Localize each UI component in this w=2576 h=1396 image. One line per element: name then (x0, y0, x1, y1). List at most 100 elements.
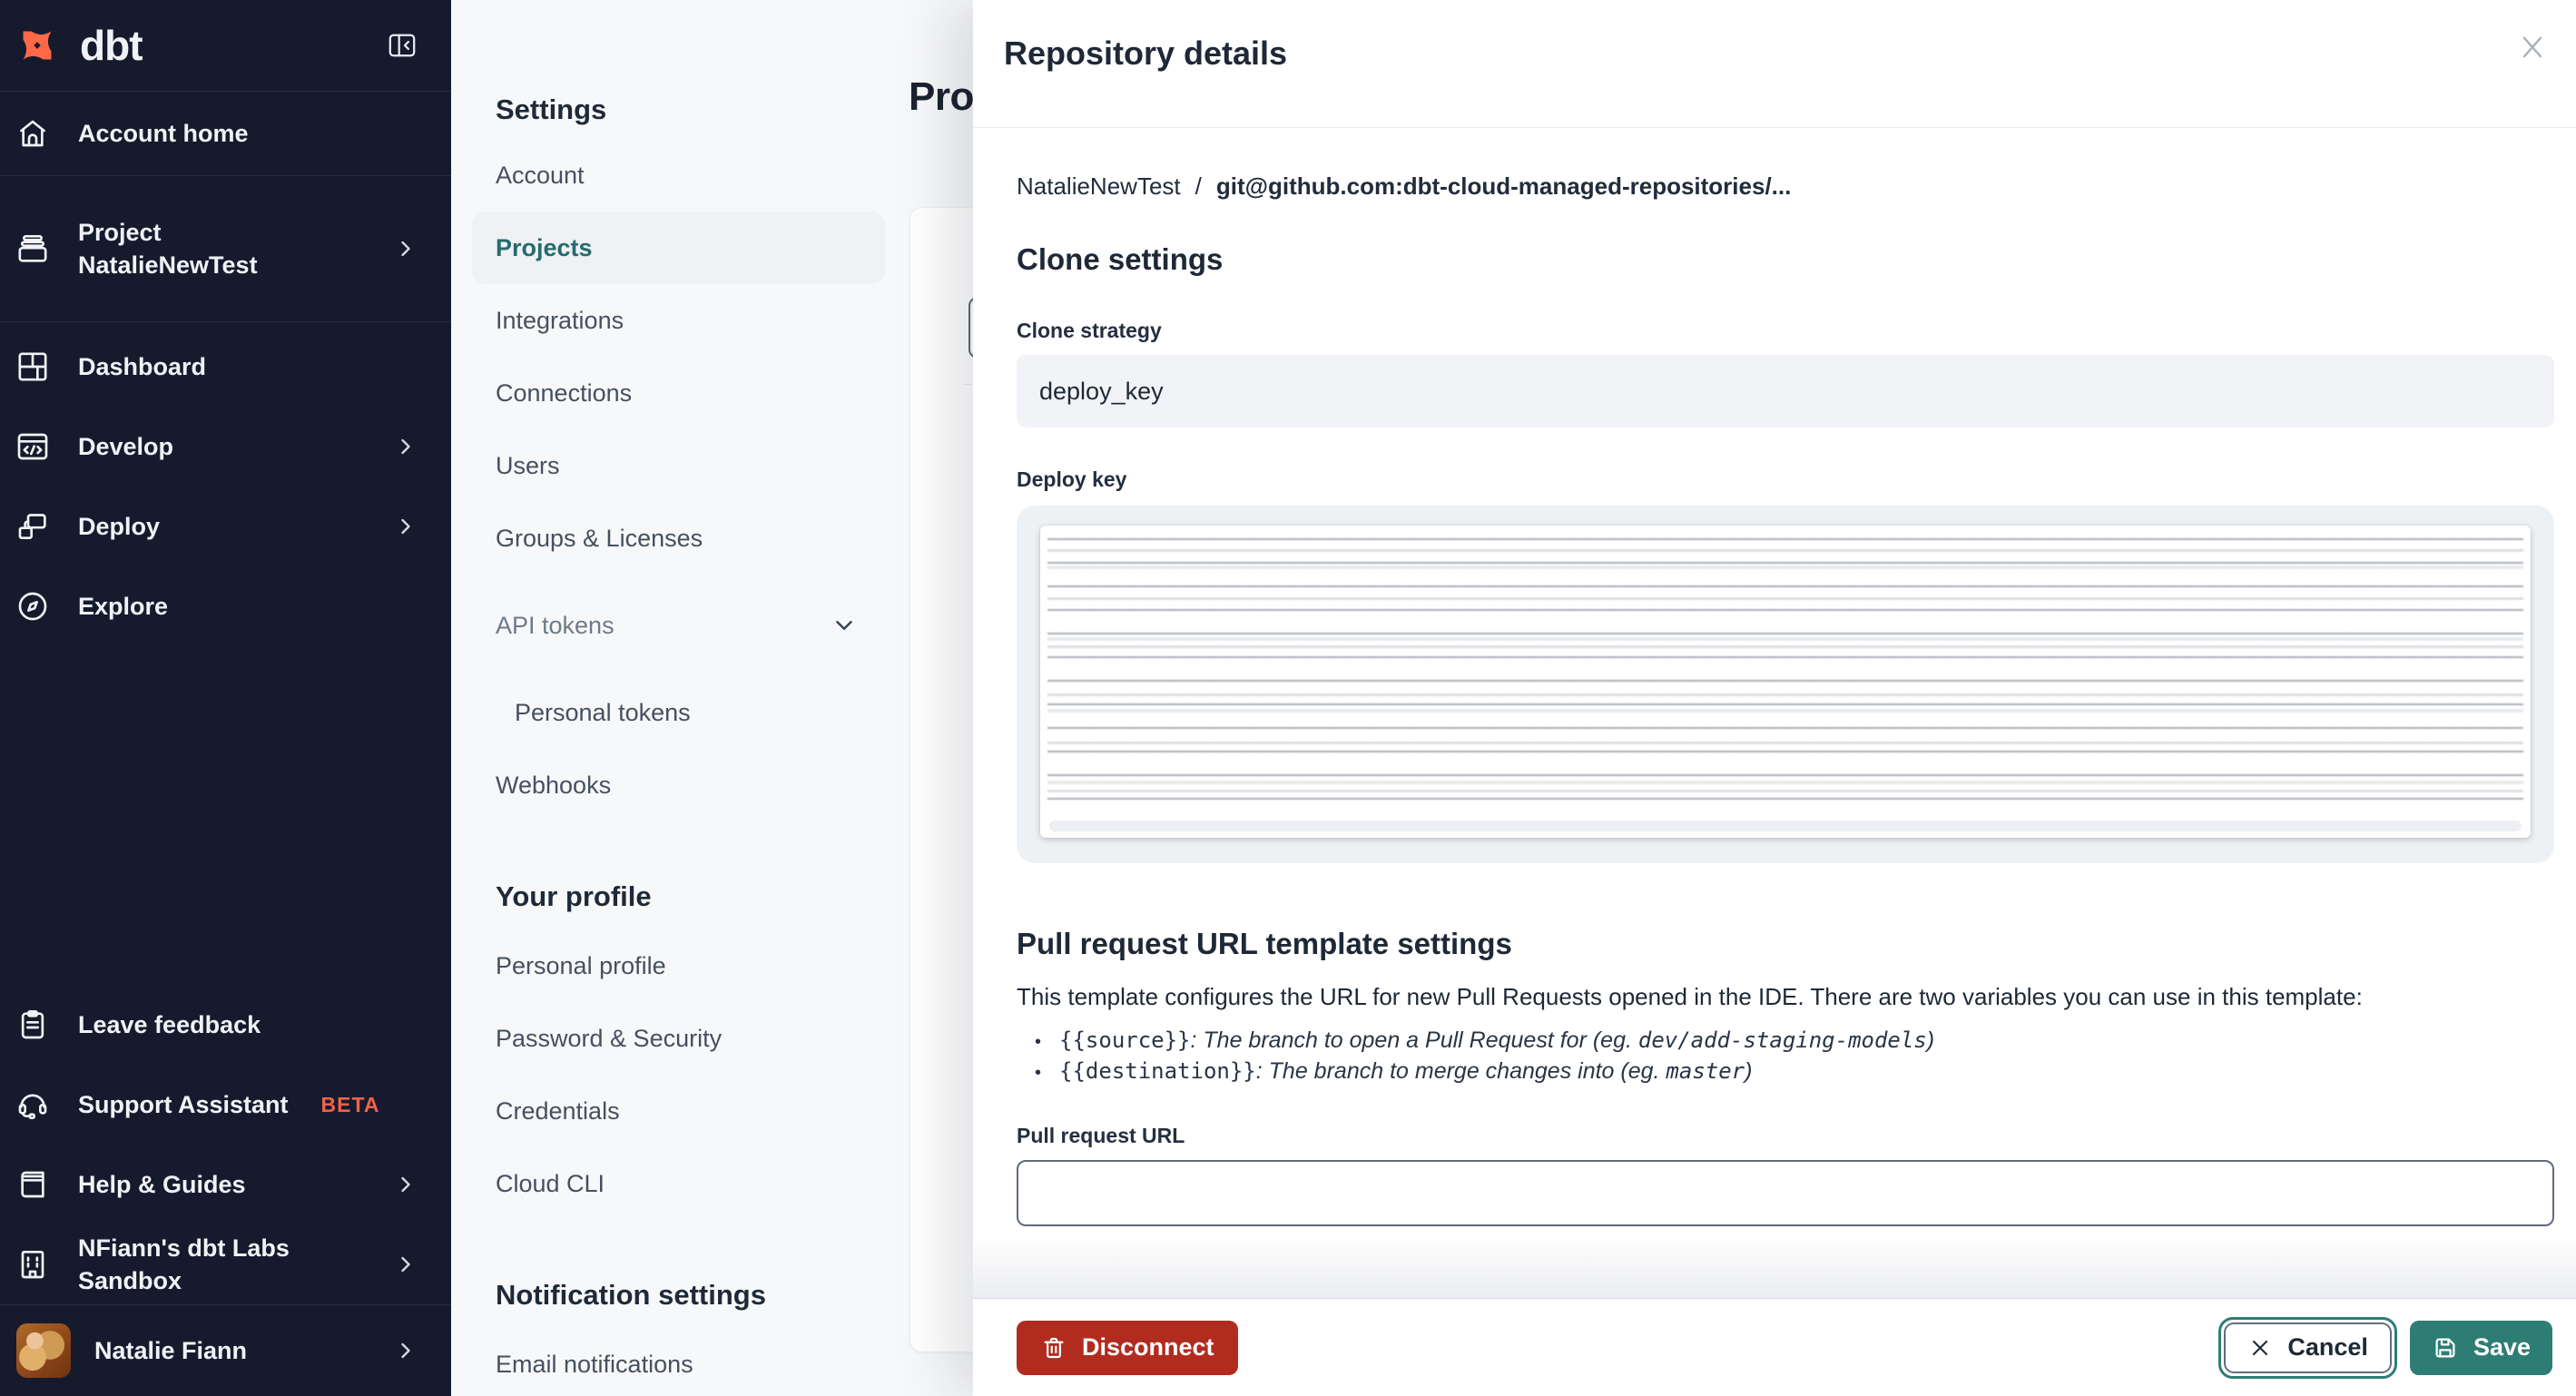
settings-nav-item-api-tokens[interactable]: API tokens (472, 589, 885, 662)
chevron-right-icon (401, 1342, 410, 1359)
sidebar: dbt Account home ProjectNatalieNewTest (0, 0, 451, 1396)
repository-details-modal: Repository details NatalieNewTest / git@… (973, 0, 2576, 1396)
settings-nav-item-cloud-cli[interactable]: Cloud CLI (472, 1147, 885, 1220)
disconnect-button[interactable]: Disconnect (1017, 1320, 1238, 1375)
sidebar-item-help-guides[interactable]: Help & Guides (0, 1145, 451, 1224)
sidebar-item-explore[interactable]: Explore (0, 566, 451, 646)
settings-nav-item-projects[interactable]: Projects (472, 211, 885, 284)
pr-template-variables: • {{source}}: The branch to open a Pull … (1017, 1026, 2554, 1087)
cancel-button[interactable]: Cancel (2224, 1322, 2392, 1373)
sidebar-bottom-group: Leave feedback Support Assistant BETA He… (0, 985, 451, 1396)
sidebar-item-label: Develop (78, 433, 174, 460)
pull-request-url-input[interactable] (1017, 1160, 2554, 1226)
dashboard-icon (18, 352, 47, 381)
settings-nav-item-personal-tokens[interactable]: Personal tokens (472, 676, 885, 749)
sidebar-item-leave-feedback[interactable]: Leave feedback (0, 985, 451, 1065)
sidebar-item-deploy[interactable]: Deploy (0, 487, 451, 566)
modal-title: Repository details (1004, 34, 1288, 72)
settings-nav-item-label: API tokens (496, 611, 615, 639)
compass-icon (18, 592, 47, 621)
sidebar-item-dashboard[interactable]: Dashboard (0, 327, 451, 407)
breadcrumb-separator: / (1195, 172, 1202, 200)
deploy-key-content[interactable] (1040, 526, 2531, 838)
breadcrumb-repo-url: git@github.com:dbt-cloud-managed-reposit… (1215, 172, 1792, 200)
settings-nav-item-personal-profile[interactable]: Personal profile (472, 929, 885, 1002)
trash-icon (1044, 1337, 1064, 1358)
bullet: • (1035, 1032, 1042, 1052)
chevron-right-icon (401, 1176, 410, 1193)
settings-nav-item-password-security[interactable]: Password & Security (472, 1002, 885, 1075)
sidebar-item-label: NFiann's dbt Labs Sandbox (78, 1234, 290, 1294)
sidebar-item-label: Deploy (78, 513, 161, 540)
save-icon (2435, 1338, 2455, 1357)
modal-body: NatalieNewTest / git@github.com:dbt-clou… (973, 128, 2576, 1298)
book-icon (21, 1171, 44, 1198)
sidebar-item-label: Support Assistant (78, 1091, 289, 1118)
settings-nav-heading: Settings (496, 93, 607, 125)
sidebar-middle-group: Dashboard Develop Deploy Explore (0, 322, 451, 646)
archive-icon (18, 234, 47, 262)
cancel-label: Cancel (2287, 1333, 2368, 1361)
pull-request-url-label: Pull request URL (1017, 1124, 1185, 1147)
sidebar-item-account-home[interactable]: Account home (0, 92, 451, 176)
clone-settings-heading: Clone settings (1017, 242, 1224, 276)
pr-template-heading: Pull request URL template settings (1017, 927, 1512, 960)
close-icon[interactable] (2512, 27, 2552, 67)
sidebar-logo-row: dbt (0, 0, 451, 92)
sidebar-item-sandbox-account[interactable]: NFiann's dbt Labs Sandbox (0, 1224, 451, 1304)
breadcrumb-project: NatalieNewTest (1017, 172, 1181, 200)
pr-template-description: This template configures the URL for new… (1017, 983, 2363, 1010)
settings-nav-item-connections[interactable]: Connections (472, 357, 885, 429)
beta-badge: BETA (320, 1092, 380, 1116)
horizontal-scrollbar[interactable] (1049, 821, 2522, 831)
pr-variable-destination: • {{destination}}: The branch to merge c… (1035, 1057, 2554, 1087)
sidebar-item-label: Leave feedback (78, 1011, 261, 1038)
collapse-sidebar-icon[interactable] (386, 29, 418, 62)
modal-header: Repository details (973, 0, 2576, 128)
sidebar-item-label: Explore (78, 593, 169, 620)
sidebar-item-develop[interactable]: Develop (0, 407, 451, 487)
save-button[interactable]: Save (2409, 1320, 2552, 1375)
sidebar-item-label: Account home (78, 120, 249, 147)
settings-nav-item-integrations[interactable]: Integrations (472, 284, 885, 357)
settings-nav-item-users[interactable]: Users (472, 429, 885, 502)
settings-nav: Settings Account Projects Integrations C… (451, 0, 885, 1396)
deploy-key-box (1017, 506, 2554, 863)
dbt-wordmark: dbt (80, 22, 143, 69)
settings-nav-item-account[interactable]: Account (472, 139, 885, 211)
deploy-icon (18, 514, 46, 539)
settings-nav-item-credentials[interactable]: Credentials (472, 1075, 885, 1147)
chevron-right-icon (401, 518, 410, 535)
settings-nav-notifications-heading: Notification settings (496, 1279, 766, 1311)
deploy-key-label: Deploy key (1017, 467, 1127, 491)
dbt-logo-icon (23, 31, 52, 60)
disconnect-label: Disconnect (1082, 1333, 1214, 1361)
settings-nav-item-groups-licenses[interactable]: Groups & Licenses (472, 502, 885, 575)
settings-nav-item-email-notifications[interactable]: Email notifications (472, 1328, 885, 1396)
clone-strategy-label: Clone strategy (1017, 319, 1162, 342)
home-icon (20, 120, 45, 147)
settings-nav-item-webhooks[interactable]: Webhooks (472, 749, 885, 821)
clone-strategy-input (1017, 355, 2554, 428)
chevron-right-icon (401, 1256, 410, 1273)
sidebar-item-label: Help & Guides (78, 1171, 246, 1198)
deploy-key-redacted-text (1047, 538, 2523, 814)
code-window-icon (17, 433, 48, 460)
building-icon (21, 1250, 44, 1279)
sidebar-item-support-assistant[interactable]: Support Assistant BETA (0, 1065, 451, 1145)
sidebar-item-label: Project NatalieNewTest (78, 219, 258, 279)
settings-nav-list: Account Projects Integrations Connection… (472, 139, 885, 821)
sidebar-item-project[interactable]: Project NatalieNewTest (0, 176, 451, 322)
chevron-right-icon (401, 438, 410, 455)
sidebar-item-label: Dashboard (78, 353, 207, 380)
chevron-right-icon (401, 241, 410, 257)
x-icon (2253, 1340, 2268, 1355)
save-label: Save (2473, 1333, 2531, 1361)
settings-nav-profile-list: Personal profile Password & Security Cre… (472, 929, 885, 1220)
app-screen: dbt Account home ProjectNatalieNewTest (0, 0, 2576, 1396)
sidebar-user-menu[interactable]: Natalie Fiann (0, 1304, 451, 1396)
bullet: • (1035, 1063, 1042, 1083)
footer-actions: Cancel Save (2218, 1316, 2552, 1379)
settings-nav-profile-heading: Your profile (496, 880, 652, 912)
breadcrumb: NatalieNewTest / git@github.com:dbt-clou… (1017, 172, 2554, 201)
